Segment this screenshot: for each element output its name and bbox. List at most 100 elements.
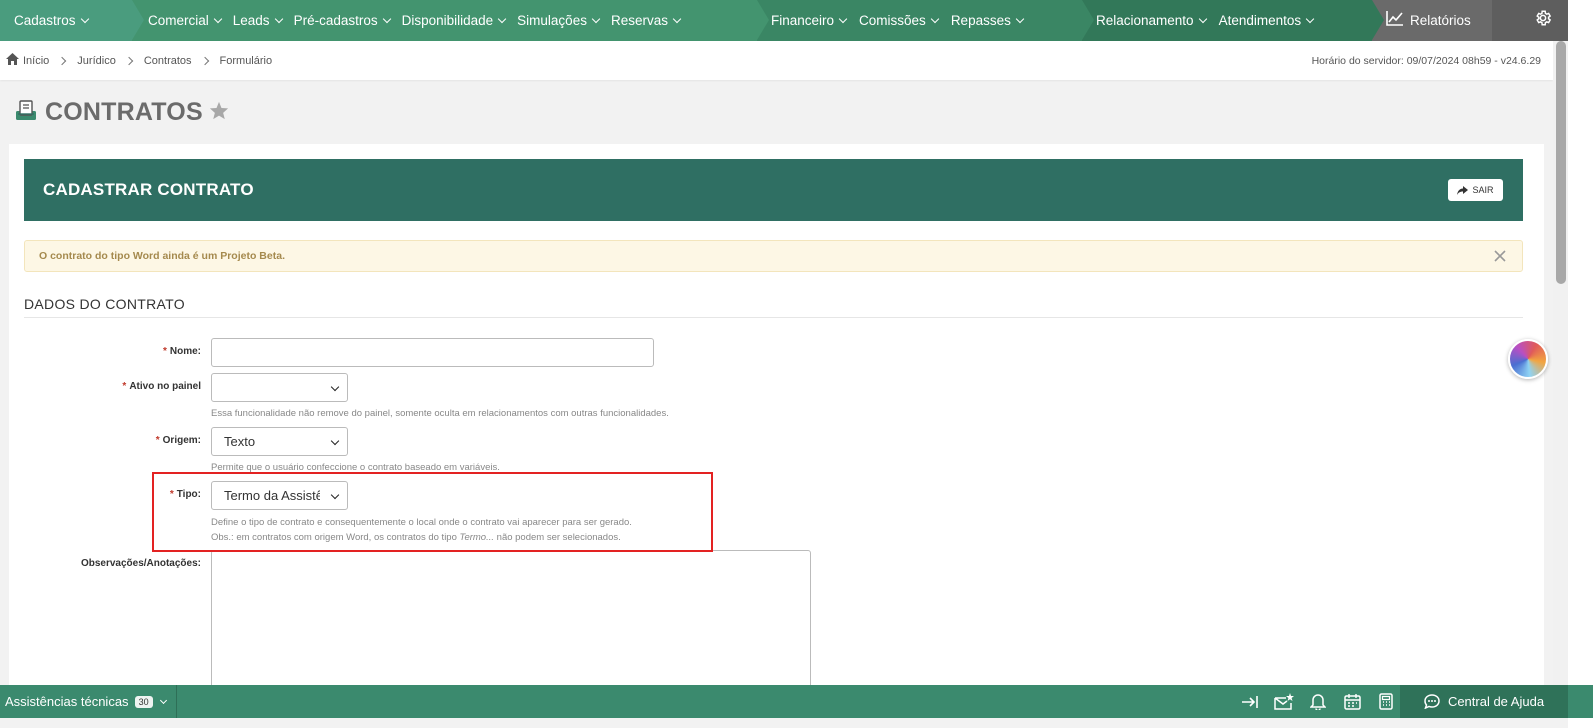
- window-edge: [1568, 0, 1593, 728]
- bell-icon[interactable]: [1301, 685, 1335, 718]
- reports-label: Relatórios: [1410, 13, 1471, 28]
- home-icon: [6, 53, 19, 68]
- breadcrumb-home[interactable]: Início: [23, 55, 49, 67]
- nav-item-financeiro[interactable]: Financeiro: [771, 13, 848, 28]
- nav-item-comissoes[interactable]: Comissões: [859, 13, 940, 28]
- nav-item-comercial[interactable]: Comercial: [148, 13, 223, 28]
- share-arrow-icon: [1457, 185, 1469, 195]
- nav-item-label: Leads: [232, 13, 270, 28]
- nav-group-3: Financeiro Comissões Repasses: [757, 0, 1094, 41]
- obs-label: Observações/Anotações:: [80, 558, 201, 569]
- close-icon[interactable]: [1494, 250, 1506, 265]
- chevron-down-icon: [838, 14, 848, 23]
- scroll-thumb[interactable]: [1556, 41, 1566, 284]
- calculator-icon[interactable]: [1369, 685, 1403, 718]
- origem-select[interactable]: Texto: [211, 427, 348, 456]
- origem-value: Texto: [224, 434, 256, 449]
- tipo-highlight-box: [152, 472, 713, 552]
- chevron-down-icon: [382, 14, 391, 23]
- obs-textarea[interactable]: [211, 550, 811, 695]
- collapse-arrow-icon[interactable]: [1233, 685, 1267, 718]
- chart-line-icon: [1386, 10, 1404, 31]
- page-title: CONTRATOS: [45, 97, 203, 126]
- mail-star-icon[interactable]: [1267, 685, 1301, 718]
- chevron-down-icon: [497, 14, 507, 23]
- gear-icon: [1534, 9, 1552, 32]
- ativo-select[interactable]: [211, 373, 348, 402]
- chat-bubble-icon: [1424, 694, 1440, 709]
- chevron-right-icon: [58, 56, 67, 65]
- nav-item-label: Pré-cadastros: [293, 13, 378, 28]
- bottom-bar: Assistências técnicas 30 Central de Ajud…: [0, 685, 1593, 718]
- ativo-help: Essa funcionalidade não remove do painel…: [211, 408, 669, 419]
- breadcrumb-formulario: Formulário: [219, 54, 273, 67]
- assistant-avatar[interactable]: [1508, 339, 1548, 379]
- nav-item-repasses[interactable]: Repasses: [951, 13, 1025, 28]
- required-mark: *: [162, 346, 167, 357]
- technical-assistance-dropdown[interactable]: Assistências técnicas 30: [0, 685, 177, 718]
- chevron-down-icon: [274, 14, 283, 23]
- server-time: Horário do servidor: 09/07/2024 08h59 - …: [1311, 55, 1541, 67]
- nav-item-simulacoes[interactable]: Simulações: [517, 13, 601, 28]
- nome-input[interactable]: [211, 338, 654, 367]
- chevron-down-icon: [1198, 14, 1207, 23]
- nav-group-1: Cadastros: [0, 0, 144, 41]
- chevron-down-icon: [213, 14, 223, 23]
- section-title: DADOS DO CONTRATO: [24, 296, 185, 312]
- exit-label: SAIR: [1472, 185, 1494, 195]
- nav-item-atendimentos[interactable]: Atendimentos: [1218, 13, 1315, 28]
- contract-document-icon: [14, 98, 38, 127]
- count-badge: 30: [134, 695, 153, 708]
- nav-item-label: Simulações: [517, 13, 587, 28]
- window-bottom-edge: [0, 718, 1568, 728]
- chevron-down-icon: [330, 382, 340, 392]
- required-mark: *: [122, 381, 127, 392]
- origem-label: * Origem:: [155, 435, 201, 446]
- ativo-label: * Ativo no painel: [122, 381, 201, 392]
- nav-item-label: Financeiro: [771, 13, 835, 28]
- favorite-star-icon[interactable]: [209, 101, 229, 125]
- exit-button[interactable]: SAIR: [1448, 179, 1503, 201]
- nav-item-cadastros[interactable]: Cadastros: [14, 13, 89, 28]
- section-divider: [24, 317, 1523, 318]
- chevron-down-icon: [80, 14, 89, 23]
- breadcrumb-juridico[interactable]: Jurídico: [77, 55, 116, 67]
- nome-label: * Nome:: [162, 346, 201, 357]
- nav-item-label: Relacionamento: [1096, 13, 1194, 28]
- alert-text: O contrato do tipo Word ainda é um Proje…: [39, 250, 285, 262]
- reports-button[interactable]: Relatórios: [1372, 0, 1492, 41]
- nav-item-label: Comissões: [859, 13, 926, 28]
- top-navigation: Cadastros Comercial Leads Pré-cadastros Dis…: [0, 0, 1593, 41]
- chevron-down-icon: [930, 14, 940, 23]
- chevron-down-icon: [672, 14, 682, 23]
- beta-alert: O contrato do tipo Word ainda é um Proje…: [24, 240, 1523, 272]
- calendar-icon[interactable]: [1335, 685, 1369, 718]
- nav-item-reservas[interactable]: Reservas: [610, 13, 682, 28]
- chevron-down-icon: [1015, 14, 1025, 23]
- card-header: CADASTRAR CONTRATO SAIR: [24, 159, 1523, 221]
- chevron-right-icon: [200, 56, 209, 65]
- chevron-right-icon: [124, 56, 134, 65]
- help-center-label: Central de Ajuda: [1447, 694, 1545, 709]
- nav-item-leads[interactable]: Leads: [232, 13, 283, 28]
- card-title: CADASTRAR CONTRATO: [43, 180, 254, 199]
- page-title-row: CONTRATOS: [14, 95, 229, 129]
- nav-item-pre-cadastros[interactable]: Pré-cadastros: [293, 13, 391, 28]
- nav-item-disponibilidade[interactable]: Disponibilidade: [402, 13, 507, 28]
- required-mark: *: [155, 435, 160, 446]
- bottom-label: Assistências técnicas: [5, 694, 129, 709]
- chevron-down-icon: [1305, 14, 1315, 23]
- chevron-down-icon: [591, 14, 601, 23]
- nav-item-label: Cadastros: [14, 13, 76, 28]
- nav-item-label: Reservas: [610, 13, 668, 28]
- chevron-down-icon: [330, 436, 340, 446]
- nav-item-relacionamento[interactable]: Relacionamento: [1096, 13, 1207, 28]
- nav-group-2: Comercial Leads Pré-cadastros Disponibilida…: [132, 0, 769, 41]
- nav-item-label: Comercial: [148, 13, 209, 28]
- breadcrumb-contratos[interactable]: Contratos: [144, 55, 192, 67]
- contract-form-card: CADASTRAR CONTRATO SAIR O contrato do ti…: [9, 144, 1544, 695]
- help-center-button[interactable]: Central de Ajuda: [1400, 685, 1568, 718]
- page-scrollbar[interactable]: [1553, 41, 1568, 685]
- nav-item-label: Atendimentos: [1218, 13, 1302, 28]
- chevron-down-icon: [159, 696, 167, 704]
